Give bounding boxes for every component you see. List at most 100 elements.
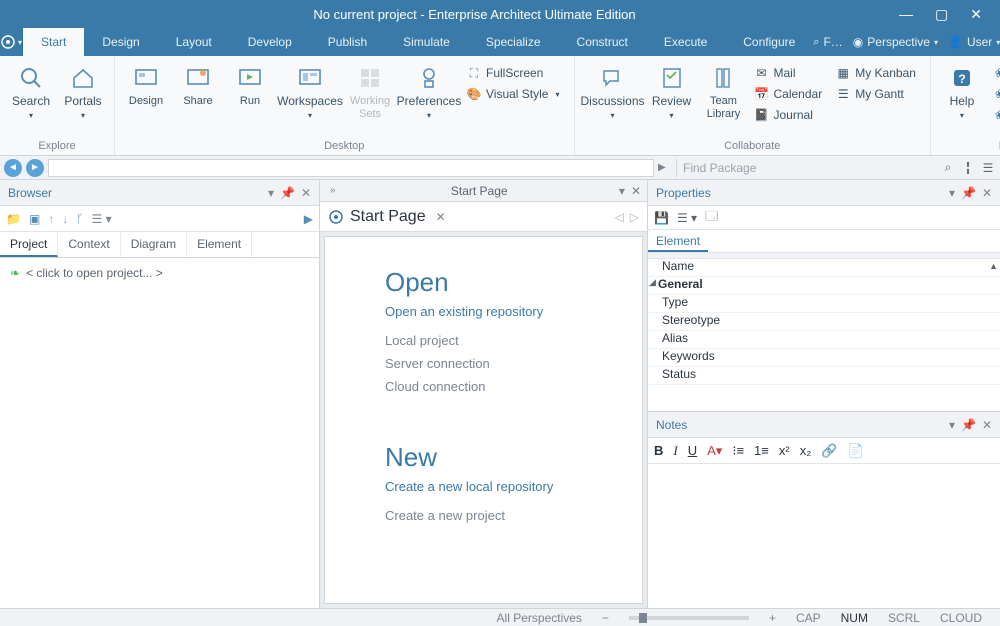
portals-button[interactable]: Portals▾ (58, 60, 108, 125)
tabs-overflow-icon[interactable]: » (326, 185, 340, 196)
home-page-button[interactable]: ❀Home Page (991, 64, 1000, 82)
fullscreen-button[interactable]: ⛶FullScreen (465, 64, 566, 82)
font-color-button[interactable]: A▾ (707, 443, 722, 459)
calendar-button[interactable]: 📅Calendar (753, 85, 829, 103)
bold-button[interactable]: B (654, 443, 663, 458)
working-sets-button[interactable]: Working Sets (345, 60, 395, 124)
notes-editor[interactable] (648, 464, 1000, 608)
tab-simulate[interactable]: Simulate (385, 28, 468, 56)
next-icon[interactable]: ▷ (630, 210, 639, 224)
prop-row-keywords[interactable]: Keywords (648, 349, 1000, 367)
tab-layout[interactable]: Layout (158, 28, 230, 56)
pin-icon[interactable]: 📌 (280, 186, 295, 200)
close-button[interactable]: ✕ (970, 6, 982, 23)
panel-menu-icon[interactable]: ▾ (268, 186, 274, 200)
zoom-slider[interactable] (629, 616, 749, 620)
scroll-up-icon[interactable]: ▲ (989, 261, 998, 271)
tab-develop[interactable]: Develop (230, 28, 310, 56)
panel-menu-icon[interactable]: ▾ (949, 418, 955, 432)
tab-publish[interactable]: Publish (310, 28, 385, 56)
pin-icon[interactable]: 📌 (961, 418, 976, 432)
visual-style-button[interactable]: 🎨Visual Style▾ (465, 85, 566, 103)
hamburger-icon[interactable]: ☰ ▾ (92, 212, 112, 226)
underline-button[interactable]: U (688, 443, 697, 458)
number-list-button[interactable]: 1≡ (754, 443, 769, 458)
new-package-icon[interactable]: 📁 (6, 212, 21, 226)
review-button[interactable]: Review▾ (647, 60, 697, 125)
search-icon[interactable]: ⌕ (940, 160, 956, 175)
close-icon[interactable]: ✕ (301, 186, 311, 200)
nav-back-button[interactable]: ◄ (4, 159, 22, 177)
prop-row-name[interactable]: Name (648, 259, 1000, 277)
mail-button[interactable]: ✉Mail (753, 64, 829, 82)
help-button[interactable]: ? Help▾ (937, 60, 987, 125)
properties-section-element[interactable]: Element (648, 230, 708, 252)
menu-icon[interactable]: ☰ (980, 161, 996, 175)
new-diagram-icon[interactable]: ▣ (29, 212, 40, 226)
list-icon[interactable]: ☰ ▾ (677, 211, 697, 225)
up-icon[interactable]: ↑ (48, 212, 54, 226)
journal-button[interactable]: 📓Journal (753, 106, 829, 124)
prop-row-general[interactable]: ◢General (648, 277, 1000, 295)
address-bar[interactable] (48, 159, 654, 177)
zoom-out-button[interactable]: − (592, 611, 619, 625)
document-button[interactable]: 📄 (847, 443, 863, 459)
open-local-project[interactable]: Local project (385, 333, 634, 348)
down-icon[interactable]: ↓ (62, 212, 68, 226)
branch-icon[interactable]: ᚴ (76, 212, 83, 226)
prev-icon[interactable]: ◁ (615, 210, 624, 224)
browser-tab-project[interactable]: Project (0, 232, 58, 257)
search-button[interactable]: Search▾ (6, 60, 56, 125)
pin-icon[interactable]: 📌 (961, 186, 976, 200)
tab-execute[interactable]: Execute (646, 28, 725, 56)
hyperlink-button[interactable]: 🔗 (821, 443, 837, 459)
subscript-button[interactable]: x₂ (800, 443, 812, 458)
user-menu[interactable]: 👤User▾ (948, 35, 1000, 49)
team-library-button[interactable]: Team Library (699, 60, 749, 124)
close-icon[interactable]: ✕ (982, 418, 992, 432)
minimize-button[interactable]: — (899, 6, 913, 23)
register-button[interactable]: ❀Register (991, 106, 1000, 124)
zoom-in-button[interactable]: + (759, 611, 786, 625)
italic-button[interactable]: I (673, 443, 677, 459)
close-document-icon[interactable]: ✕ (436, 210, 446, 224)
design-button[interactable]: Design (121, 60, 171, 112)
prop-row-status[interactable]: Status (648, 367, 1000, 385)
tab-specialize[interactable]: Specialize (468, 28, 559, 56)
browser-tab-diagram[interactable]: Diagram (121, 232, 187, 257)
document-tab-label[interactable]: Start Page (340, 184, 619, 198)
close-icon[interactable]: ✕ (982, 186, 992, 200)
open-project-node[interactable]: ❧ < click to open project... > (10, 266, 309, 280)
open-server-connection[interactable]: Server connection (385, 356, 634, 371)
save-icon[interactable]: 💾 (654, 211, 669, 225)
libraries-button[interactable]: ❀Libraries▾ (991, 85, 1000, 103)
close-icon[interactable]: ✕ (631, 184, 641, 198)
find-go-button[interactable]: ▶ (658, 162, 672, 173)
tab-configure[interactable]: Configure (725, 28, 813, 56)
expand-icon[interactable]: ▶ (304, 212, 313, 226)
my-gantt-button[interactable]: ☰My Gantt (834, 85, 922, 103)
bullet-list-button[interactable]: ⁝≡ (732, 443, 744, 459)
filter-icon[interactable]: ╏ (960, 161, 976, 175)
discussions-button[interactable]: Discussions▾ (581, 60, 645, 125)
new-create-project[interactable]: Create a new project (385, 508, 634, 523)
panel-menu-icon[interactable]: ▾ (949, 186, 955, 200)
tab-design[interactable]: Design (84, 28, 157, 56)
browser-tab-context[interactable]: Context (58, 232, 120, 257)
maximize-button[interactable]: ▢ (935, 6, 948, 23)
find-command[interactable]: ⌕F… (813, 35, 843, 49)
superscript-button[interactable]: x² (779, 443, 790, 458)
window-icon[interactable]: 🗔 (705, 207, 718, 228)
prop-row-stereotype[interactable]: Stereotype (648, 313, 1000, 331)
perspective-menu[interactable]: ◉Perspective▾ (853, 35, 938, 49)
prop-row-type[interactable]: Type (648, 295, 1000, 313)
browser-tab-element[interactable]: Element (187, 232, 252, 257)
dropdown-icon[interactable]: ▾ (619, 184, 625, 198)
prop-row-alias[interactable]: Alias (648, 331, 1000, 349)
workspaces-button[interactable]: Workspaces▾ (277, 60, 343, 125)
run-button[interactable]: Run (225, 60, 275, 112)
tab-construct[interactable]: Construct (559, 28, 646, 56)
find-package-input[interactable]: Find Package (676, 159, 936, 177)
open-cloud-connection[interactable]: Cloud connection (385, 379, 634, 394)
app-logo[interactable]: ▾ (0, 28, 23, 56)
